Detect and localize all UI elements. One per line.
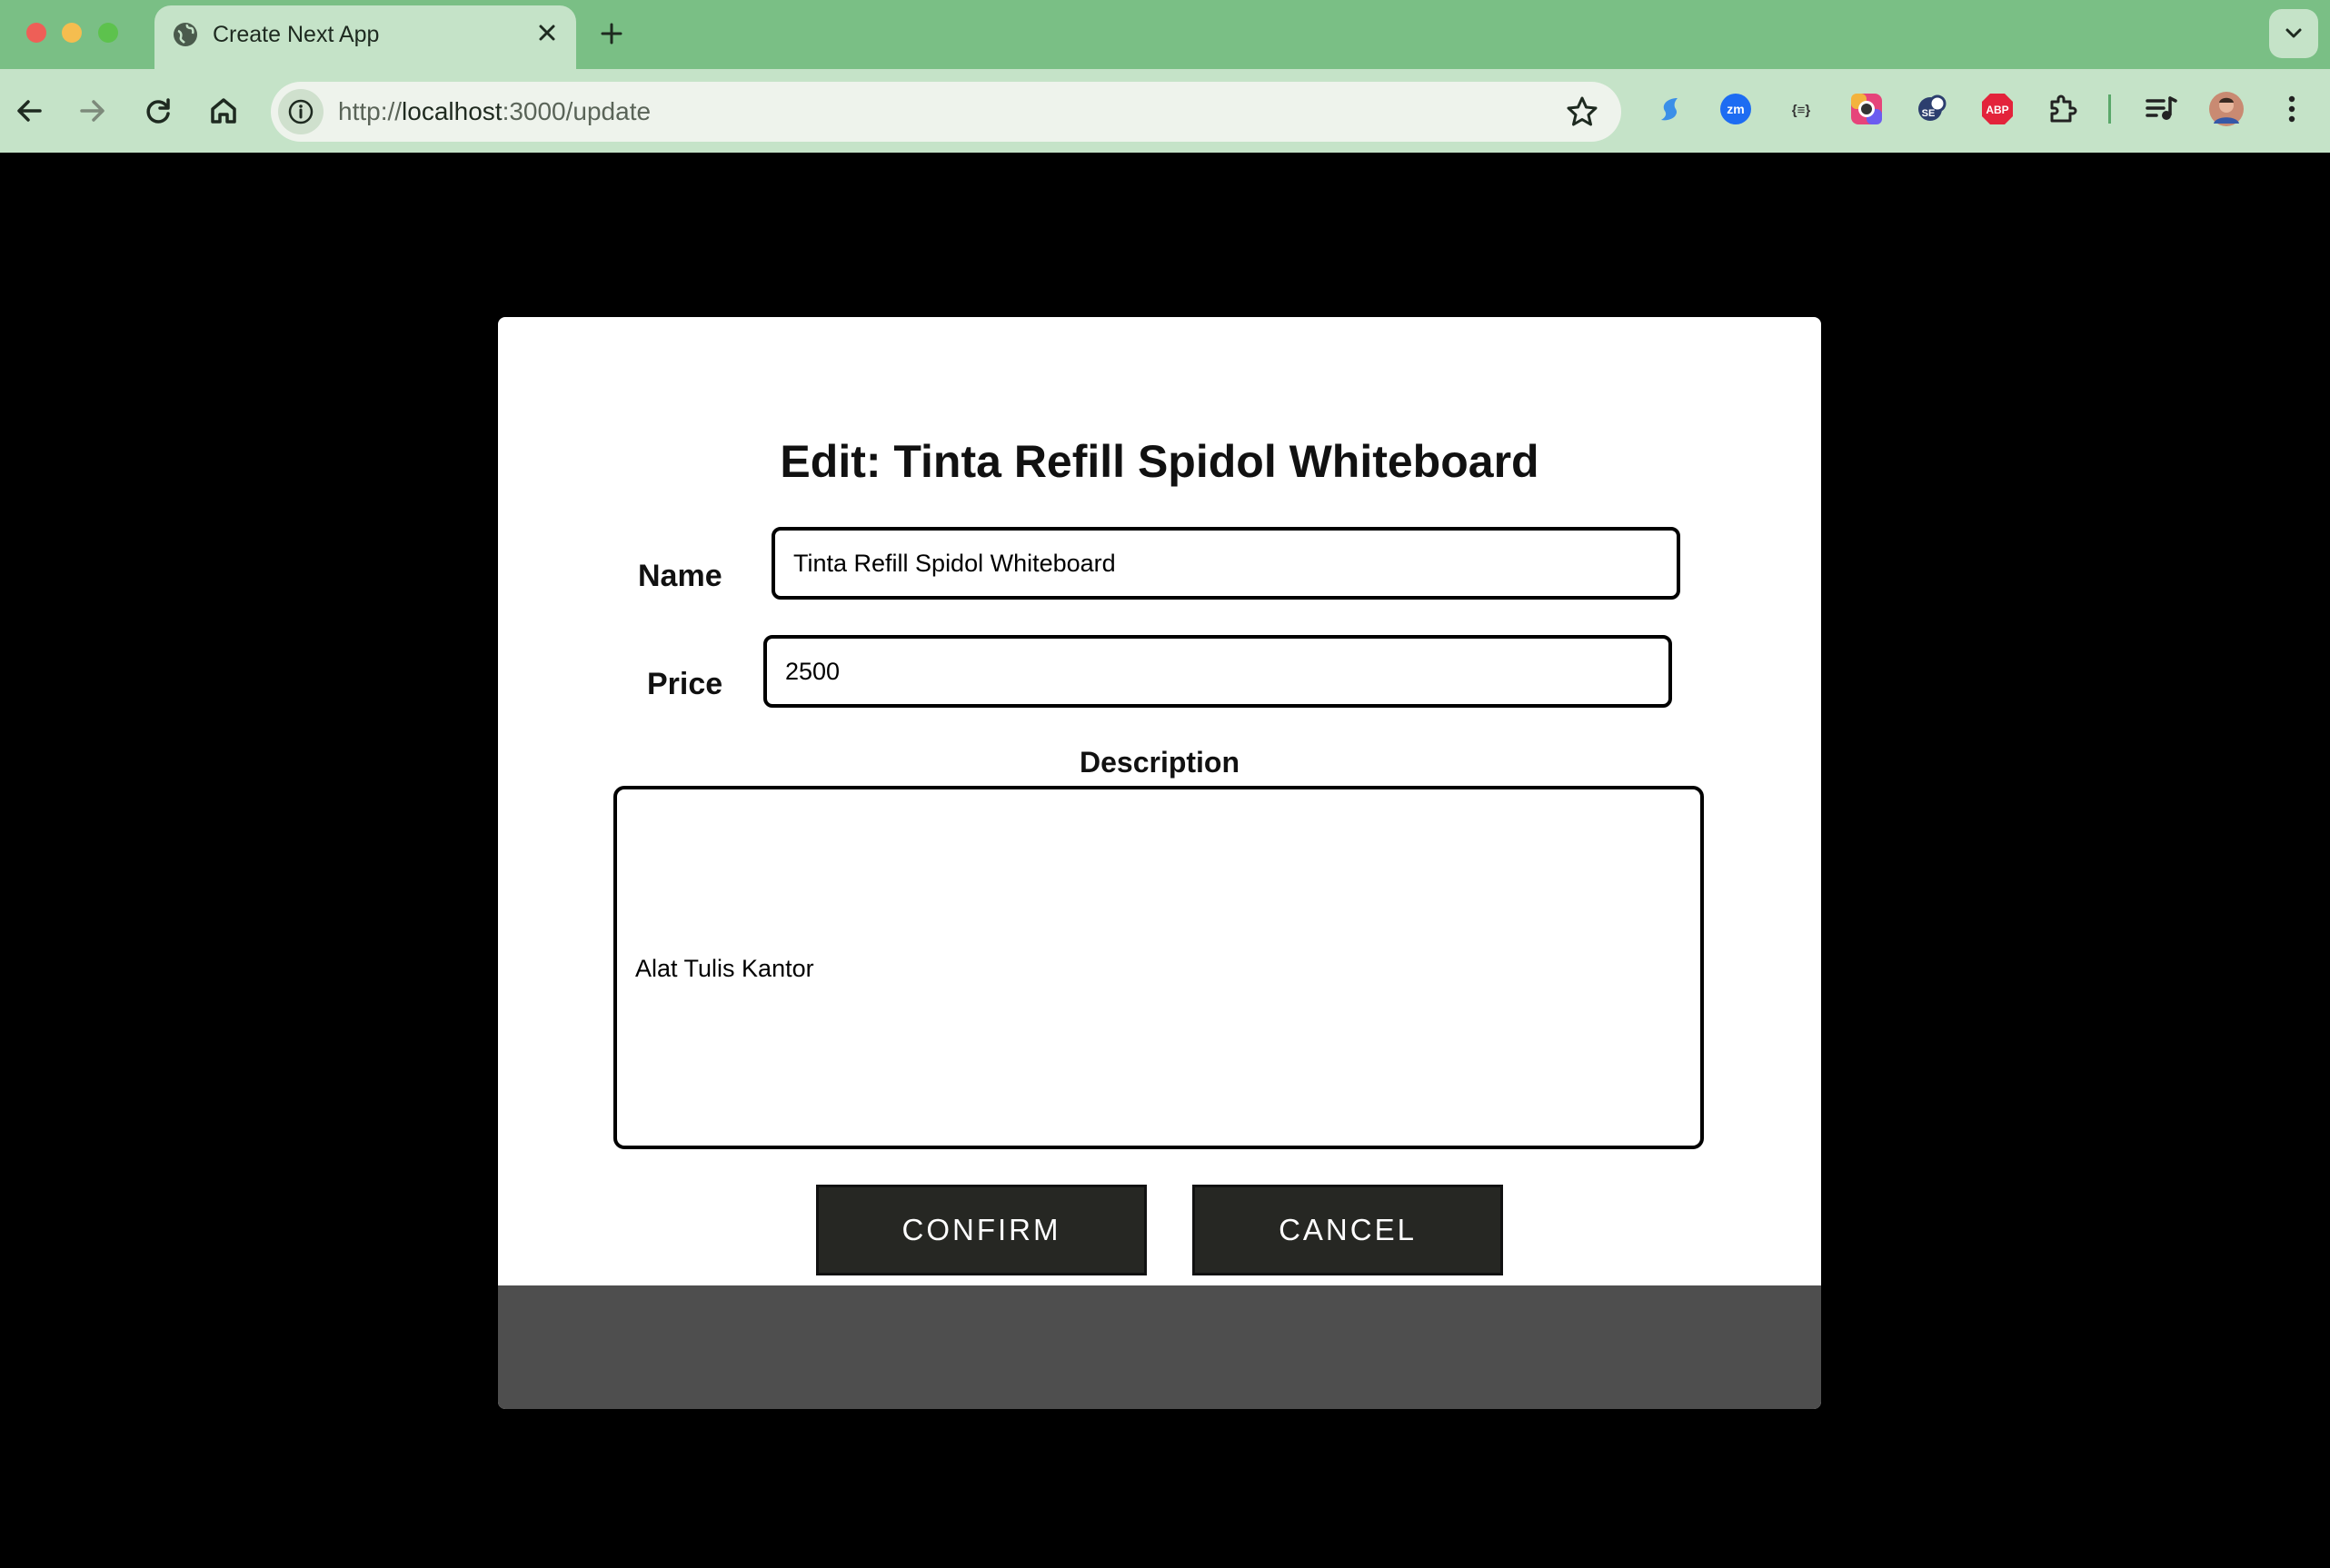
- modal-title: Edit: Tinta Refill Spidol Whiteboard: [780, 436, 1539, 487]
- color-picker-extension-icon[interactable]: [1848, 91, 1885, 127]
- adblock-plus-icon[interactable]: ABP: [1979, 91, 2016, 127]
- browser-tab-bar: Create Next App: [0, 0, 2330, 69]
- toolbar-separator: [2108, 94, 2111, 124]
- svg-text:zm: zm: [1727, 102, 1744, 116]
- description-text: Alat Tulis Kantor: [635, 955, 814, 982]
- minimize-window-button[interactable]: [62, 23, 82, 43]
- browser-tab-active[interactable]: Create Next App: [154, 5, 576, 69]
- back-arrow-icon[interactable]: [7, 89, 51, 133]
- chevron-down-icon: [2285, 28, 2302, 38]
- address-bar[interactable]: http://localhost:3000/update: [271, 82, 1621, 142]
- forward-arrow-icon[interactable]: [71, 89, 115, 133]
- name-label: Name: [638, 559, 722, 593]
- svg-text:SE: SE: [1922, 108, 1936, 119]
- page-backdrop: Edit: Tinta Refill Spidol Whiteboard Nam…: [0, 153, 2330, 1568]
- confirm-button[interactable]: CONFIRM: [816, 1185, 1147, 1275]
- close-tab-icon[interactable]: [531, 16, 563, 49]
- puzzle-extensions-icon[interactable]: [2045, 91, 2081, 127]
- price-label: Price: [647, 667, 723, 701]
- site-info-button[interactable]: [278, 89, 324, 134]
- reload-icon[interactable]: [136, 89, 180, 133]
- cancel-button[interactable]: CANCEL: [1192, 1185, 1503, 1275]
- modal-footer: [498, 1285, 1821, 1409]
- description-label: Description: [1079, 746, 1240, 779]
- bookmark-star-icon[interactable]: [1563, 93, 1601, 131]
- profile-avatar[interactable]: [2208, 91, 2245, 127]
- tab-search-button[interactable]: [2269, 9, 2318, 58]
- tab-title: Create Next App: [213, 22, 380, 47]
- url-path: :3000/update: [502, 97, 652, 125]
- seo-extension-icon[interactable]: SE: [1914, 91, 1950, 127]
- close-window-button[interactable]: [26, 23, 46, 43]
- swirl-extension-icon[interactable]: [1652, 91, 1688, 127]
- json-extension-icon[interactable]: {≡}: [1783, 91, 1819, 127]
- globe-icon: [174, 23, 197, 46]
- url-host: localhost: [402, 97, 503, 125]
- home-icon[interactable]: [202, 89, 245, 133]
- edit-modal: Edit: Tinta Refill Spidol Whiteboard Nam…: [498, 317, 1821, 1409]
- svg-text:ABP: ABP: [1986, 104, 2008, 116]
- svg-text:{≡}: {≡}: [1792, 103, 1811, 118]
- url-scheme: http://: [338, 97, 403, 125]
- zoom-extension-icon[interactable]: zm: [1718, 91, 1754, 127]
- new-tab-icon[interactable]: [592, 15, 631, 53]
- kebab-menu-icon[interactable]: [2274, 91, 2310, 127]
- media-control-icon[interactable]: [2143, 91, 2179, 127]
- name-input[interactable]: [772, 527, 1680, 600]
- info-icon: [288, 99, 314, 124]
- maximize-window-button[interactable]: [98, 23, 118, 43]
- description-textarea[interactable]: Alat Tulis Kantor: [613, 786, 1704, 1149]
- price-input[interactable]: [763, 635, 1672, 708]
- url-text: http://localhost:3000/update: [338, 97, 651, 126]
